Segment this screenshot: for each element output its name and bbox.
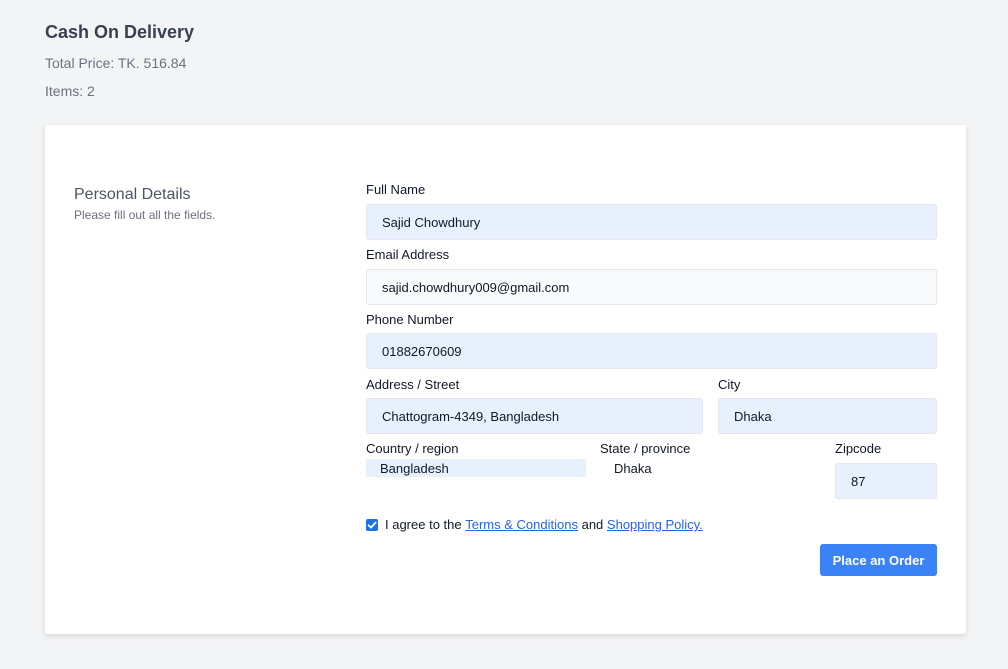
email-input[interactable]: sajid.chowdhury009@gmail.com bbox=[366, 269, 937, 305]
city-input[interactable]: Dhaka bbox=[718, 398, 937, 434]
order-summary: Cash On Delivery Total Price: TK. 516.84… bbox=[45, 20, 194, 100]
terms-link[interactable]: Terms & Conditions bbox=[465, 517, 578, 532]
city-label: City bbox=[718, 377, 741, 392]
section-title: Personal Details bbox=[74, 186, 191, 203]
state-label: State / province bbox=[600, 441, 691, 456]
agree-conjunction: and bbox=[581, 517, 604, 532]
address-label: Address / Street bbox=[366, 377, 460, 392]
payment-method-title: Cash On Delivery bbox=[45, 22, 195, 42]
email-label: Email Address bbox=[366, 247, 450, 262]
items-count: Items: 2 bbox=[45, 83, 95, 99]
country-label: Country / region bbox=[366, 441, 459, 456]
phone-label: Phone Number bbox=[366, 312, 454, 327]
checkout-form-card: Personal Details Please fill out all the… bbox=[45, 125, 966, 634]
checkmark-icon bbox=[367, 521, 377, 528]
country-select[interactable]: Bangladesh bbox=[366, 459, 586, 477]
full-name-input[interactable]: Sajid Chowdhury bbox=[366, 204, 937, 240]
section-subtitle: Please fill out all the fields. bbox=[74, 208, 216, 222]
address-input[interactable]: Chattogram-4349, Bangladesh bbox=[366, 398, 703, 434]
zipcode-label: Zipcode bbox=[835, 441, 882, 456]
full-name-label: Full Name bbox=[366, 182, 426, 197]
place-order-button[interactable]: Place an Order bbox=[820, 544, 937, 576]
phone-input[interactable]: 01882670609 bbox=[366, 333, 937, 369]
agree-prefix: I agree to the bbox=[385, 517, 462, 532]
policy-link[interactable]: Shopping Policy. bbox=[607, 517, 703, 532]
total-price: Total Price: TK. 516.84 bbox=[45, 55, 187, 71]
zipcode-input[interactable]: 87 bbox=[835, 463, 937, 499]
agreement-row: I agree to the Terms & Conditions and Sh… bbox=[366, 517, 703, 532]
state-select[interactable]: Dhaka bbox=[600, 459, 720, 477]
agree-checkbox[interactable] bbox=[366, 518, 378, 531]
